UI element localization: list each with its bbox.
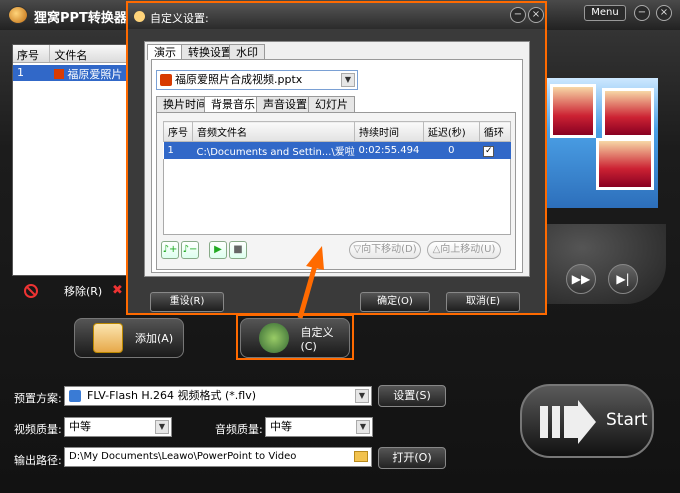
col-header-delay[interactable]: 延迟(秒) [422, 121, 480, 142]
output-path-value: D:\My Documents\Leawo\PowerPoint to Vide… [69, 451, 297, 462]
preview-photo [596, 138, 654, 190]
output-path-field[interactable]: D:\My Documents\Leawo\PowerPoint to Vide… [64, 447, 372, 467]
remove-music-icon[interactable]: ♪− [181, 241, 199, 259]
chevron-down-icon[interactable]: ▼ [355, 389, 369, 403]
col-header-audio-file[interactable]: 音频文件名 [192, 121, 355, 142]
play-icon[interactable]: ▶ [209, 241, 227, 259]
pptx-file-icon [160, 74, 172, 86]
add-button[interactable]: 添加(A) [74, 318, 184, 358]
music-table-grid: 序号 音频文件名 持续时间 延迟(秒) 循环 1 C:\Documents an… [163, 121, 512, 159]
add-music-icon[interactable]: ♪+ [161, 241, 179, 259]
row-delay: 0 [423, 141, 480, 159]
menu-button[interactable]: Menu [584, 5, 626, 21]
preview-photo [602, 88, 654, 138]
col-header-filename[interactable]: 文件名 [50, 45, 129, 62]
row-filename-text: 福原爱照片 [67, 68, 123, 81]
tab-sound-settings[interactable]: 声音设置 [256, 96, 314, 112]
dialog-title: 自定义设置: [150, 12, 209, 25]
row-index: 1 [163, 141, 193, 159]
pptx-file-dropdown[interactable]: 福原爱照片合成视频.pptx ▼ [156, 70, 358, 90]
player-controls: ▶▶ ▶| [546, 224, 666, 304]
audio-quality-value: 中等 [270, 420, 292, 433]
row-loop: ✓ [479, 141, 511, 159]
file-list-header: 序号 文件名 [13, 45, 129, 63]
stop-icon[interactable]: ■ [229, 241, 247, 259]
chevron-down-icon[interactable]: ▼ [155, 420, 169, 434]
col-header-index[interactable]: 序号 [13, 45, 51, 62]
preset-label: 预置方案: [14, 392, 62, 405]
pptx-file-value: 福原爱照片合成视频.pptx [175, 73, 303, 86]
ok-button[interactable]: 确定(O) [360, 292, 430, 312]
dialog-close-button[interactable]: × [528, 7, 544, 23]
remove-label: 移除(R) [64, 285, 103, 298]
row-filename: 福原爱照片 [50, 65, 129, 81]
close-button[interactable]: × [656, 5, 672, 21]
audio-quality-dropdown[interactable]: 中等 ▼ [265, 417, 373, 437]
remove-icon [24, 284, 38, 298]
tab-content: 福原爱照片合成视频.pptx ▼ 换片时间 背景音乐 声音设置 幻灯片 序号 音… [151, 59, 523, 273]
move-down-button[interactable]: ▽向下移动(D) [349, 241, 421, 259]
loop-checkbox[interactable]: ✓ [483, 145, 495, 157]
fast-forward-icon[interactable]: ▶▶ [566, 264, 596, 294]
dialog-title-bar: 自定义设置: − × [128, 3, 545, 29]
open-button[interactable]: 打开(O) [378, 447, 446, 469]
video-quality-value: 中等 [69, 420, 91, 433]
background-music-panel: 序号 音频文件名 持续时间 延迟(秒) 循环 1 C:\Documents an… [156, 112, 516, 270]
cancel-button[interactable]: 取消(E) [446, 292, 520, 312]
start-arrow-icon [540, 400, 596, 444]
add-file-icon [93, 323, 123, 353]
col-header-loop[interactable]: 循环 [478, 121, 512, 142]
dialog-panel: 演示 转换设置 水印 福原爱照片合成视频.pptx ▼ 换片时间 背景音乐 声音… [144, 41, 530, 277]
dialog-icon [134, 11, 145, 22]
preview-image [546, 78, 658, 208]
move-up-button[interactable]: △向上移动(U) [427, 241, 501, 259]
tab-slides[interactable]: 幻灯片 [308, 96, 355, 112]
menu-label: Menu [591, 7, 619, 18]
add-button-label: 添加(A) [135, 332, 174, 345]
chevron-down-icon[interactable]: ▼ [341, 73, 355, 87]
preset-value: FLV-Flash H.264 视频格式 (*.flv) [87, 389, 257, 402]
file-list-row[interactable]: 1 福原爱照片 [13, 65, 129, 81]
remove-button[interactable]: 移除(R) [24, 283, 102, 299]
tab-presentation[interactable]: 演示 [147, 44, 183, 60]
tab-background-music[interactable]: 背景音乐 [204, 96, 262, 112]
move-down-label: 向下移动(D) [361, 244, 417, 255]
row-index: 1 [17, 66, 24, 79]
custom-settings-dialog: 自定义设置: − × 演示 转换设置 水印 福原爱照片合成视频.pptx ▼ 换… [126, 1, 547, 315]
pptx-file-icon [54, 69, 65, 79]
reset-button[interactable]: 重设(R) [150, 292, 224, 312]
app-logo-icon [8, 6, 28, 24]
video-quality-label: 视频质量: [14, 423, 62, 436]
file-list[interactable]: 序号 文件名 1 福原爱照片 [12, 44, 130, 276]
preset-dropdown[interactable]: FLV-Flash H.264 视频格式 (*.flv) ▼ [64, 386, 372, 406]
clear-icon[interactable]: ✖ [112, 283, 123, 298]
chevron-down-icon[interactable]: ▼ [356, 420, 370, 434]
dialog-minimize-button[interactable]: − [510, 7, 526, 23]
app-window: 狸窝PPT转换器 Menu − × 序号 文件名 1 福原爱照片 移除(R) ✖… [0, 0, 680, 493]
start-button[interactable]: Start [520, 384, 654, 458]
col-header-duration[interactable]: 持续时间 [354, 121, 424, 142]
row-audio-file: C:\Documents and Settin...\爱啦啦.mp3 [192, 141, 355, 159]
row-duration: 0:02:55.494 [354, 141, 424, 159]
annotation-arrow-icon [297, 246, 324, 319]
output-path-label: 输出路径: [14, 454, 62, 467]
settings-button[interactable]: 设置(S) [378, 385, 446, 407]
tab-watermark[interactable]: 水印 [229, 44, 265, 60]
move-up-label: 向上移动(U) [440, 244, 496, 255]
next-icon[interactable]: ▶| [608, 264, 638, 294]
move-down-icon: ▽ [353, 244, 362, 255]
start-label: Start [606, 410, 648, 430]
app-title: 狸窝PPT转换器 [34, 11, 127, 26]
col-header-index[interactable]: 序号 [163, 121, 193, 142]
music-table-header: 序号 音频文件名 持续时间 延迟(秒) 循环 [163, 121, 512, 142]
folder-icon[interactable] [354, 451, 368, 462]
preview-photo [550, 84, 596, 138]
minimize-button[interactable]: − [634, 5, 650, 21]
table-row[interactable]: 1 C:\Documents and Settin...\爱啦啦.mp3 0:0… [163, 141, 511, 159]
audio-quality-label: 音频质量: [215, 423, 263, 436]
flv-format-icon [69, 390, 81, 402]
video-quality-dropdown[interactable]: 中等 ▼ [64, 417, 172, 437]
